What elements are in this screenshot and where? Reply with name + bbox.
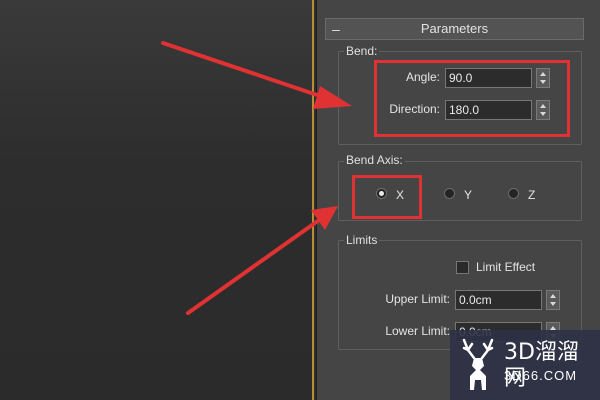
direction-label: Direction: [389, 102, 440, 116]
angle-field[interactable]: 90.0 [445, 68, 532, 88]
limit-effect-label[interactable]: Limit Effect [476, 260, 535, 274]
axis-z-radio[interactable] [508, 188, 519, 199]
viewport[interactable] [0, 0, 312, 400]
upper-limit-field[interactable]: 0.0cm [455, 290, 542, 310]
axis-y-radio[interactable] [444, 188, 455, 199]
angle-spinner-arrows[interactable] [536, 68, 550, 88]
watermark-sub-text: 3D66.COM [504, 368, 578, 383]
watermark-main-text: 3D溜溜网 [504, 340, 579, 391]
bend-group-label: Bend: [344, 44, 380, 58]
upper-limit-label: Upper Limit: [385, 292, 450, 306]
axis-z-label[interactable]: Z [528, 188, 535, 202]
axis-x-label[interactable]: X [396, 188, 404, 202]
axis-y-label[interactable]: Y [464, 188, 472, 202]
lower-limit-label: Lower Limit: [385, 324, 450, 338]
rollout-title: Parameters [420, 21, 489, 36]
deer-logo-icon [462, 338, 494, 390]
bend-group [338, 51, 582, 145]
parameters-rollout-header[interactable]: – Parameters [325, 18, 584, 40]
upper-limit-spinner-arrows[interactable] [546, 290, 560, 310]
bend-axis-group-label: Bend Axis: [344, 153, 405, 167]
limits-group-label: Limits [344, 233, 380, 247]
limit-effect-checkbox[interactable] [456, 261, 469, 274]
viewport-divider [312, 0, 314, 400]
angle-label: Angle: [405, 70, 440, 84]
direction-spinner-arrows[interactable] [536, 100, 550, 120]
axis-x-radio[interactable] [376, 188, 387, 199]
bend-axis-group [338, 161, 582, 221]
direction-field[interactable]: 180.0 [445, 100, 532, 120]
